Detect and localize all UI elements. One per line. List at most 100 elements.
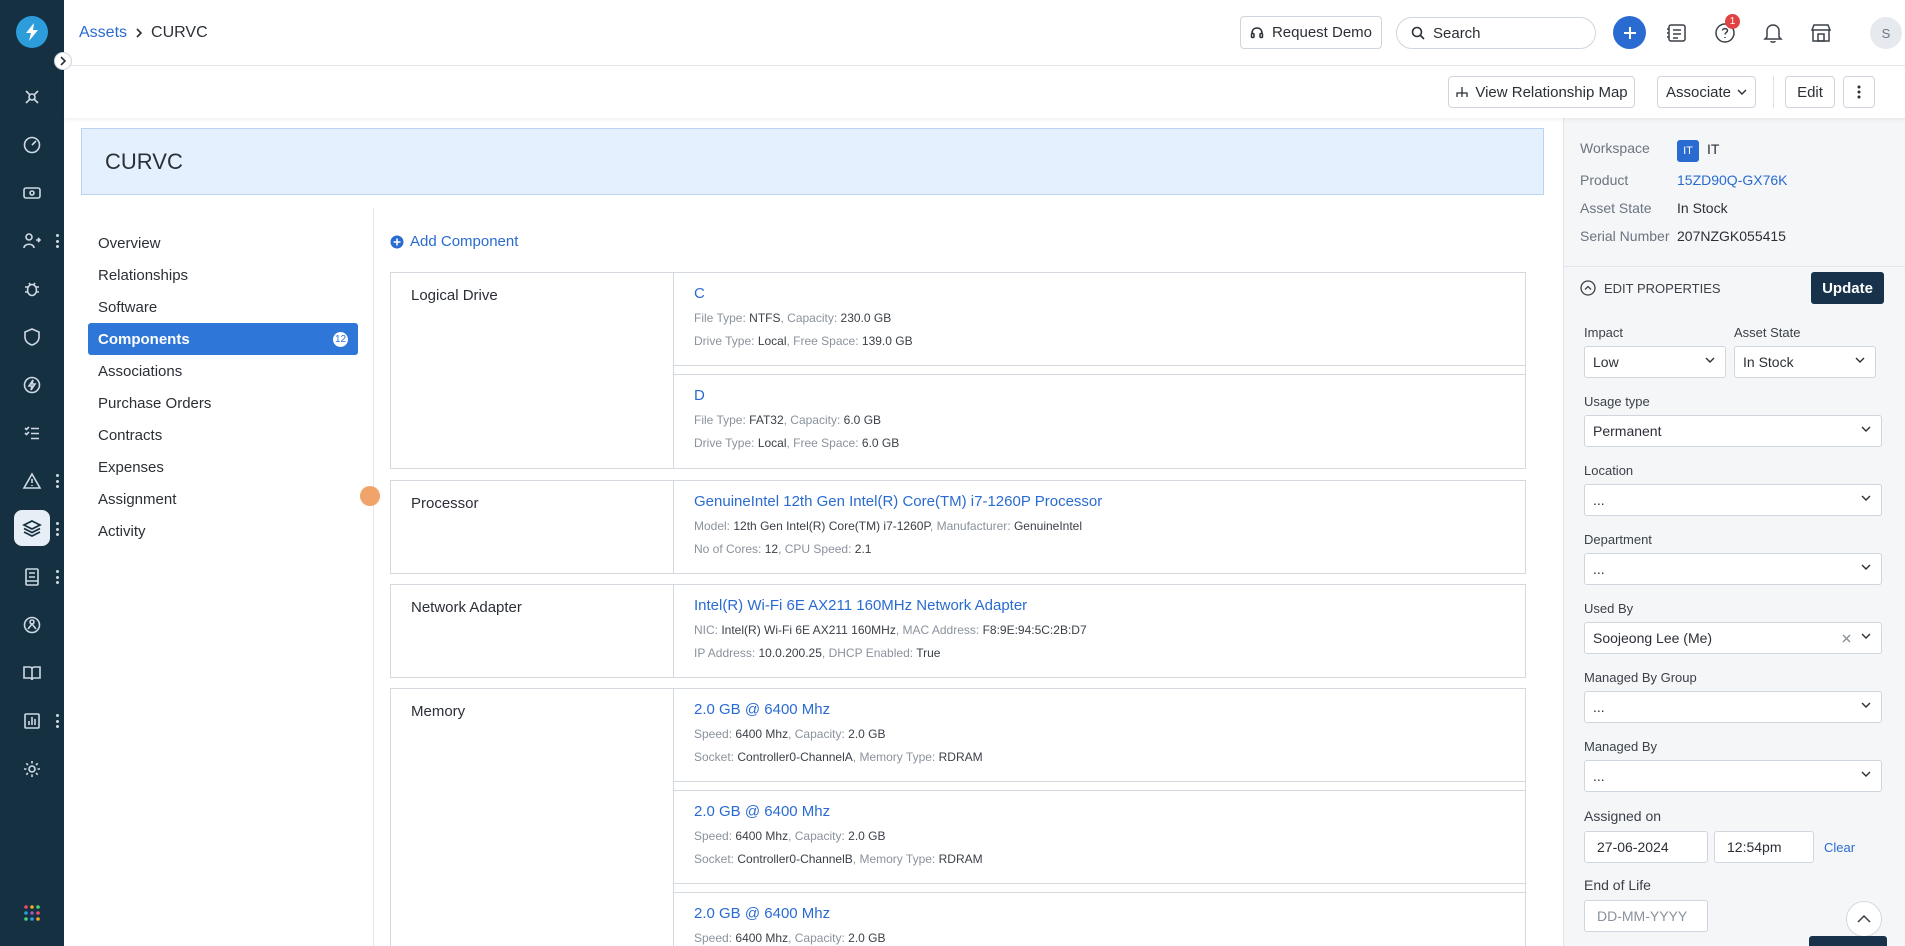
create-new-button[interactable] (1613, 16, 1646, 49)
component-entry: Intel(R) Wi-Fi 6E AX211 160MHz Network A… (674, 585, 1525, 678)
more-actions-button[interactable] (1843, 76, 1875, 108)
edit-button[interactable]: Edit (1785, 76, 1835, 108)
alert-triangle-icon[interactable] (14, 463, 50, 499)
entry-spacer (674, 782, 1525, 791)
asset-state-select[interactable]: In Stock (1734, 346, 1876, 378)
service-catalog-icon[interactable] (1662, 18, 1692, 48)
impact-label: Impact (1584, 325, 1624, 340)
chevron-down-icon (1861, 702, 1871, 708)
view-relationship-map-button[interactable]: View Relationship Map (1448, 76, 1635, 108)
nav-assignment[interactable]: Assignment (88, 483, 358, 515)
usage-type-select[interactable]: Permanent (1584, 415, 1882, 447)
component-detail-line: No of Cores: 12, CPU Speed: 2.1 (694, 542, 872, 556)
bottom-action-button[interactable] (1809, 936, 1887, 946)
impact-select[interactable]: Low (1584, 346, 1726, 378)
component-group-processor: Processor GenuineIntel 12th Gen Intel(R)… (390, 480, 1526, 574)
nav-overview[interactable]: Overview (88, 227, 358, 259)
help-icon[interactable]: 1 (1710, 14, 1740, 48)
app-logo-icon[interactable] (16, 16, 48, 48)
component-title-link[interactable]: 2.0 GB @ 6400 Mhz (694, 803, 1505, 820)
knowledge-book-icon[interactable] (14, 655, 50, 691)
global-search-input[interactable]: Search (1396, 17, 1596, 49)
serial-number-row: Serial Number 207NZGK055415 (1580, 228, 1786, 244)
nav-relationships[interactable]: Relationships (88, 259, 358, 291)
end-of-life-date-input[interactable] (1584, 900, 1708, 932)
nav-contracts[interactable]: Contracts (88, 419, 358, 451)
ticket-icon[interactable] (14, 175, 50, 211)
add-component-label: Add Component (410, 233, 519, 250)
plus-circle-icon (390, 235, 404, 248)
purchase-document-icon[interactable] (14, 559, 50, 595)
component-title-link[interactable]: 2.0 GB @ 6400 Mhz (694, 905, 1505, 922)
project-network-icon[interactable] (14, 607, 50, 643)
managed-by-label: Managed By (1584, 739, 1657, 754)
change-bolt-icon[interactable] (14, 367, 50, 403)
app-switcher-grid-icon[interactable] (14, 895, 50, 931)
used-by-select[interactable]: Soojeong Lee (Me) (1584, 622, 1882, 654)
component-detail-line: NIC: Intel(R) Wi-Fi 6E AX211 160MHz, MAC… (694, 623, 1087, 637)
edit-label: Edit (1797, 83, 1823, 101)
clear-assigned-on-link[interactable]: Clear (1824, 840, 1855, 855)
product-row: Product 15ZD90Q-GX76K (1580, 172, 1788, 188)
shield-icon[interactable] (14, 319, 50, 355)
assets-layers-icon[interactable] (14, 510, 50, 546)
nav-software[interactable]: Software (88, 291, 358, 323)
reports-chart-icon[interactable] (14, 703, 50, 739)
asset-properties-panel: Workspace IT IT Product 15ZD90Q-GX76K Ass… (1563, 118, 1905, 946)
managed-by-select[interactable]: ... (1584, 760, 1882, 792)
assigned-on-time-input[interactable] (1714, 831, 1814, 863)
clear-x-icon[interactable] (1842, 634, 1851, 643)
plus-icon (1623, 26, 1636, 39)
component-detail-line: Speed: 6400 Mhz, Capacity: 2.0 GB (694, 829, 886, 843)
task-list-icon[interactable] (14, 415, 50, 451)
asset-state-label: Asset State (1580, 200, 1652, 216)
used-by-label: Used By (1584, 601, 1634, 616)
nav-expenses[interactable]: Expenses (88, 451, 358, 483)
location-select[interactable]: ... (1584, 484, 1882, 516)
component-detail-line: Drive Type: Local, Free Space: 139.0 GB (694, 334, 913, 348)
nav-activity[interactable]: Activity (88, 515, 358, 547)
notifications-bell-icon[interactable] (1758, 18, 1788, 48)
department-select[interactable]: ... (1584, 553, 1882, 585)
managed-by-group-select[interactable]: ... (1584, 691, 1882, 723)
view-relationship-map-label: View Relationship Map (1475, 83, 1628, 101)
component-title-link[interactable]: D (694, 387, 1505, 404)
component-title-link[interactable]: GenuineIntel 12th Gen Intel(R) Core(TM) … (694, 493, 1505, 510)
nav-components[interactable]: Components 12 (88, 323, 358, 355)
requests-icon[interactable] (14, 223, 50, 259)
store-icon[interactable] (1806, 18, 1836, 48)
add-component-link[interactable]: Add Component (390, 233, 518, 250)
rail-more-icon[interactable] (54, 522, 60, 536)
component-title-link[interactable]: 2.0 GB @ 6400 Mhz (694, 701, 1505, 718)
headset-icon (1250, 26, 1264, 38)
end-of-life-label: End of Life (1584, 877, 1651, 893)
rail-more-icon[interactable] (54, 714, 60, 728)
nav-purchase-orders[interactable]: Purchase Orders (88, 387, 358, 419)
scroll-to-top-button[interactable] (1846, 901, 1882, 937)
chevron-down-icon (1861, 633, 1871, 639)
assigned-on-date-input[interactable] (1584, 831, 1708, 863)
edit-properties-toggle[interactable]: EDIT PROPERTIES (1580, 280, 1721, 296)
edit-properties-heading: EDIT PROPERTIES (1604, 280, 1721, 296)
settings-gear-icon[interactable] (14, 751, 50, 787)
request-demo-button[interactable]: Request Demo (1240, 16, 1382, 49)
expand-sidebar-chevron-icon[interactable] (54, 52, 72, 70)
incident-icon[interactable] (14, 79, 50, 115)
rail-more-icon[interactable] (54, 234, 60, 248)
product-link[interactable]: 15ZD90Q-GX76K (1677, 172, 1788, 188)
update-button[interactable]: Update (1811, 272, 1884, 304)
usage-type-label: Usage type (1584, 394, 1650, 409)
guide-beacon[interactable] (360, 486, 380, 506)
component-title-link[interactable]: C (694, 285, 1505, 302)
rail-more-icon[interactable] (54, 570, 60, 584)
search-placeholder: Search (1433, 24, 1481, 42)
associate-dropdown-button[interactable]: Associate (1657, 76, 1756, 108)
nav-components-label: Components (98, 330, 190, 348)
component-title-link[interactable]: Intel(R) Wi-Fi 6E AX211 160MHz Network A… (694, 597, 1505, 614)
dashboard-icon[interactable] (14, 127, 50, 163)
nav-associations[interactable]: Associations (88, 355, 358, 387)
problem-bug-icon[interactable] (14, 271, 50, 307)
breadcrumb-assets-link[interactable]: Assets (79, 24, 127, 42)
user-avatar[interactable]: S (1870, 17, 1902, 49)
rail-more-icon[interactable] (54, 474, 60, 488)
